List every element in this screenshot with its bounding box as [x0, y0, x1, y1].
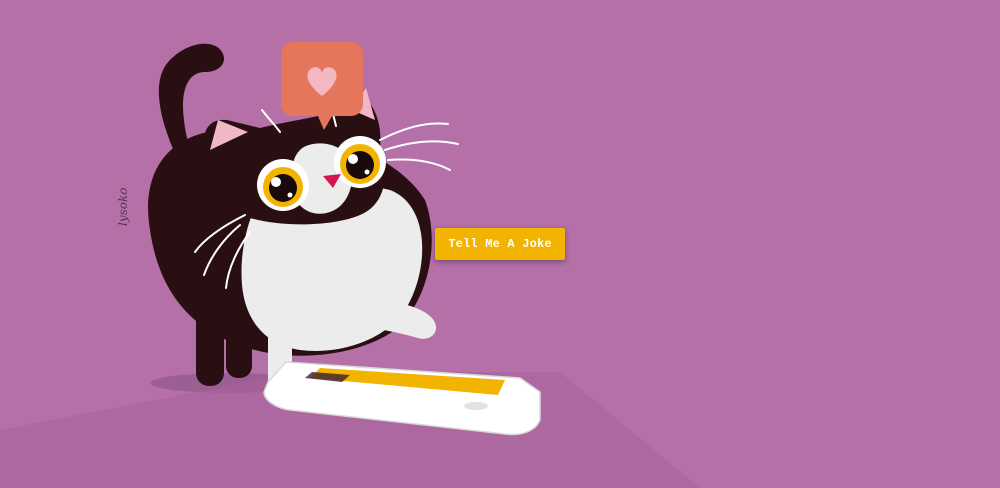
cat-right-eye	[334, 136, 386, 188]
cat-left-eye	[257, 159, 309, 211]
tell-joke-button[interactable]: Tell Me A Joke	[435, 228, 565, 260]
artist-signature: lysoko	[116, 187, 130, 227]
